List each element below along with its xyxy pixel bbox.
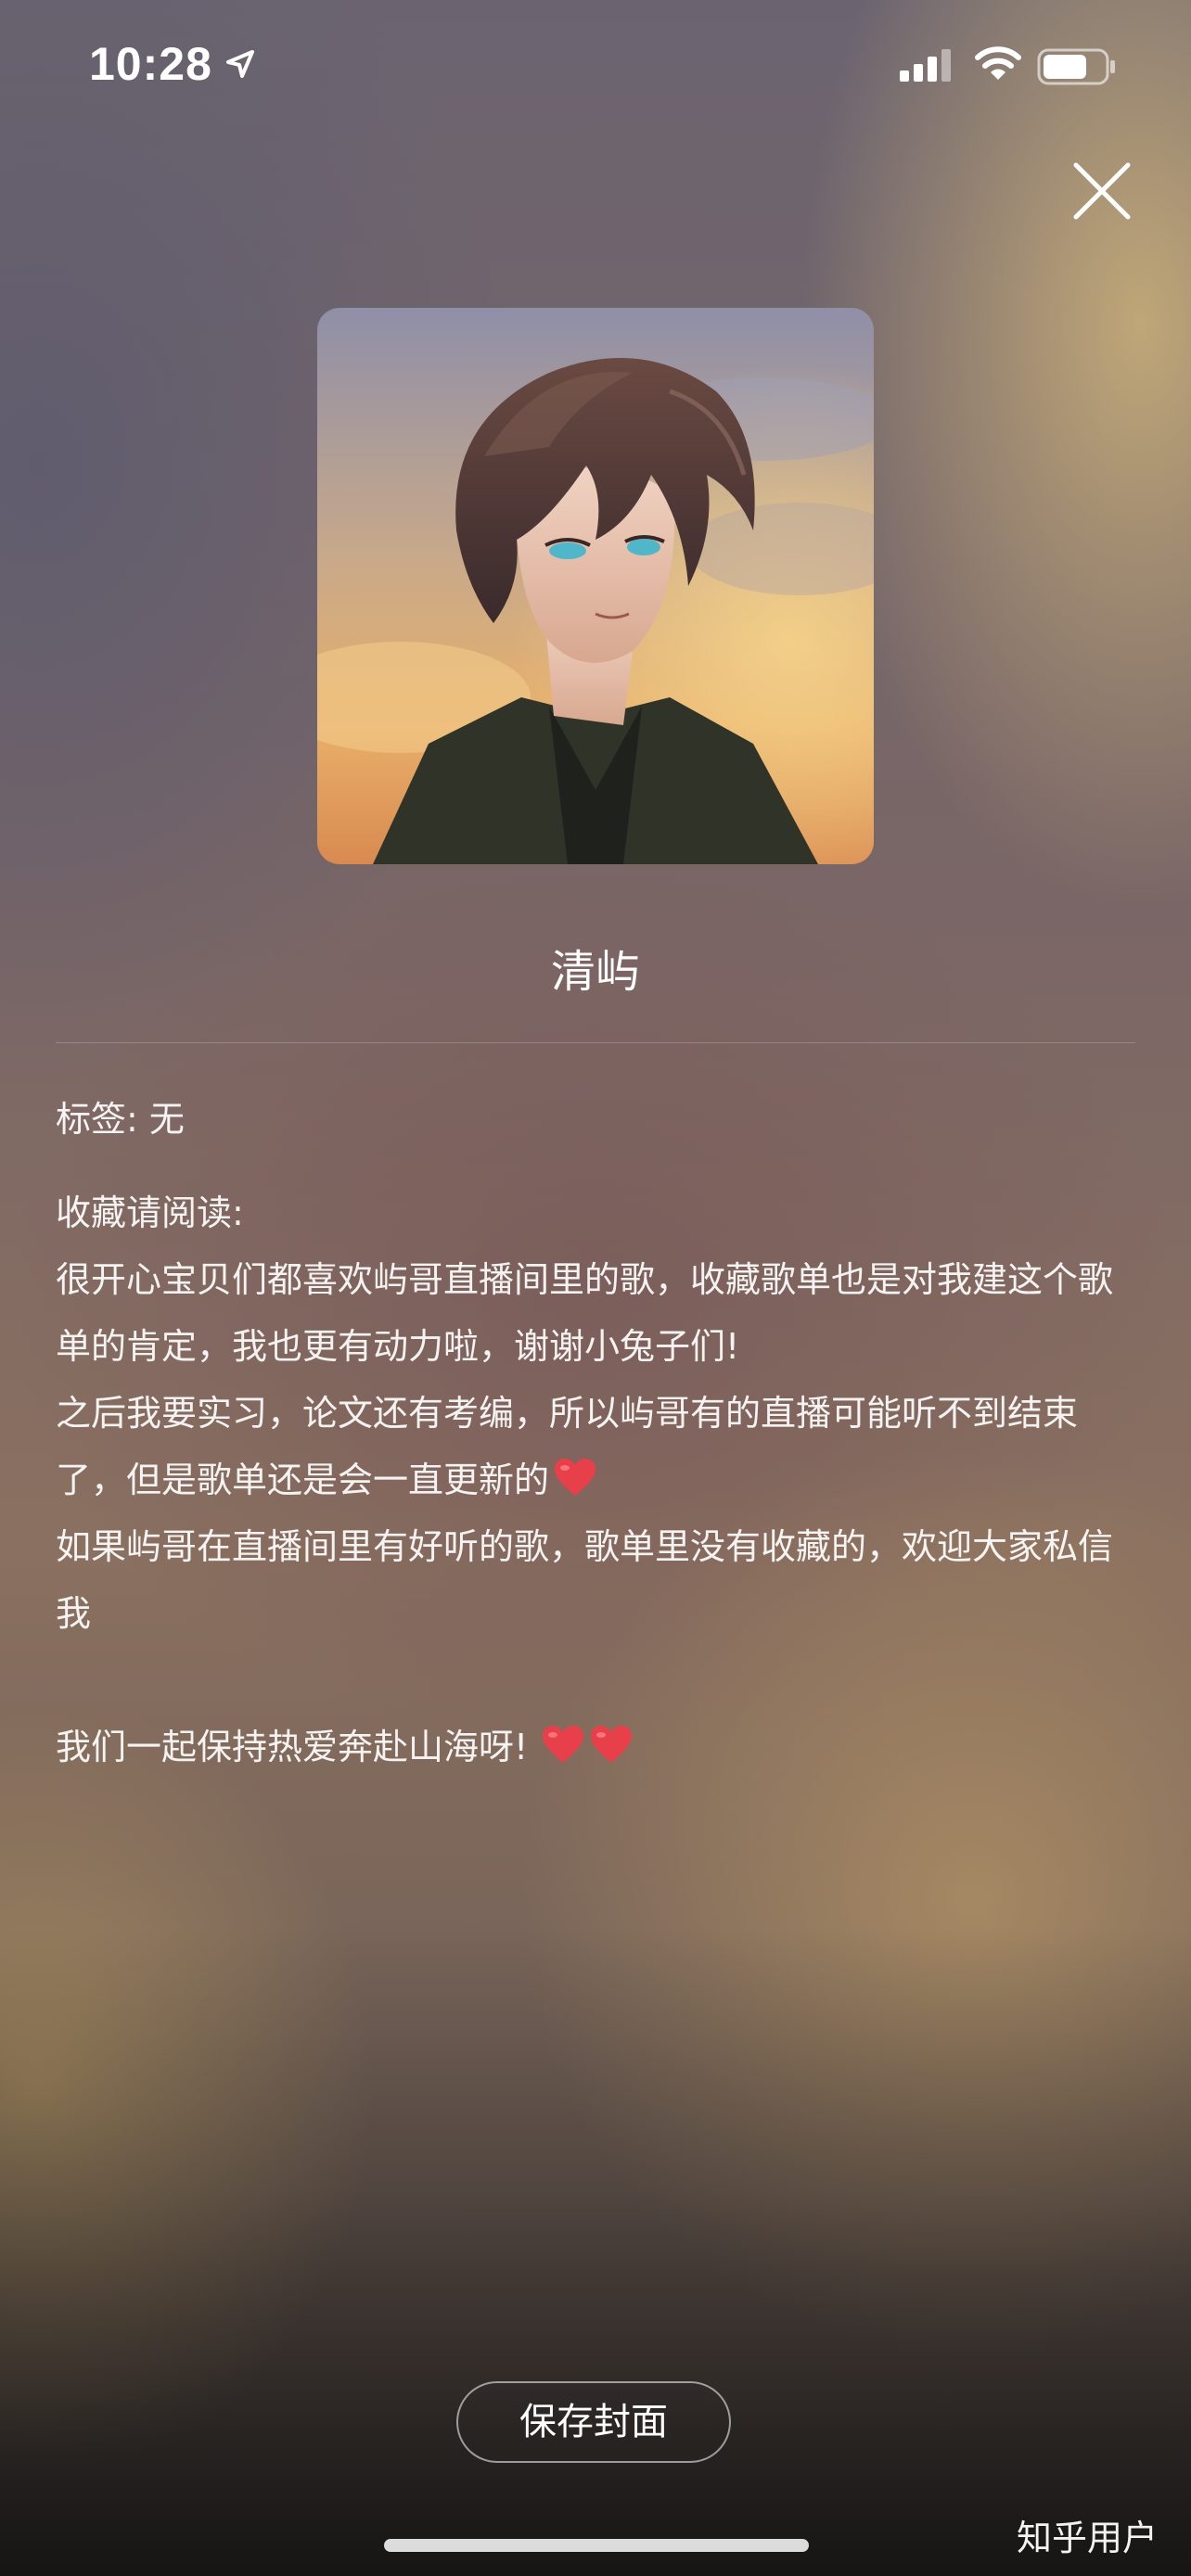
description-line-3: 如果屿哥在直播间里有好听的歌，歌单里没有收藏的，欢迎大家私信我 [56, 1526, 1114, 1634]
description-line-1: 很开心宝贝们都喜欢屿哥直播间里的歌，收藏歌单也是对我建这个歌单的肯定，我也更有动… [56, 1259, 1114, 1367]
playlist-cover-image [317, 308, 874, 864]
status-time: 10:28 [89, 38, 212, 90]
anime-portrait-cover [317, 308, 874, 864]
divider [56, 1042, 1135, 1043]
watermark: 知乎用户 [1016, 2518, 1158, 2558]
save-cover-button[interactable]: 保存封面 [456, 2381, 731, 2463]
background-shade [0, 1927, 1191, 2576]
description-line-4-text: 我们一起保持热爱奔赴山海呀! [56, 1727, 529, 1767]
description-heading: 收藏请阅读: [56, 1192, 244, 1233]
close-icon [1073, 162, 1131, 220]
home-indicator [384, 2539, 809, 2552]
red-heart-icon [543, 1726, 584, 1763]
red-heart-icon [555, 1459, 596, 1496]
description-line-2: 之后我要实习，论文还有考编，所以屿哥有的直播可能听不到结束了，但是歌单还是会一直… [56, 1380, 1141, 1513]
close-button[interactable] [1065, 154, 1139, 228]
playlist-description: 收藏请阅读: 很开心宝贝们都喜欢屿哥直播间里的歌，收藏歌单也是对我建这个歌单的肯… [56, 1180, 1141, 1780]
description-line-4: 我们一起保持热爱奔赴山海呀! [56, 1714, 1141, 1780]
cellular-signal-icon [900, 49, 951, 82]
playlist-tags: 标签: 无 [56, 1099, 185, 1140]
red-heart-icon [591, 1726, 633, 1763]
wifi-icon [975, 46, 1021, 80]
location-arrow-icon [226, 50, 254, 78]
playlist-title: 清屿 [550, 946, 640, 998]
battery-icon [1037, 48, 1115, 85]
